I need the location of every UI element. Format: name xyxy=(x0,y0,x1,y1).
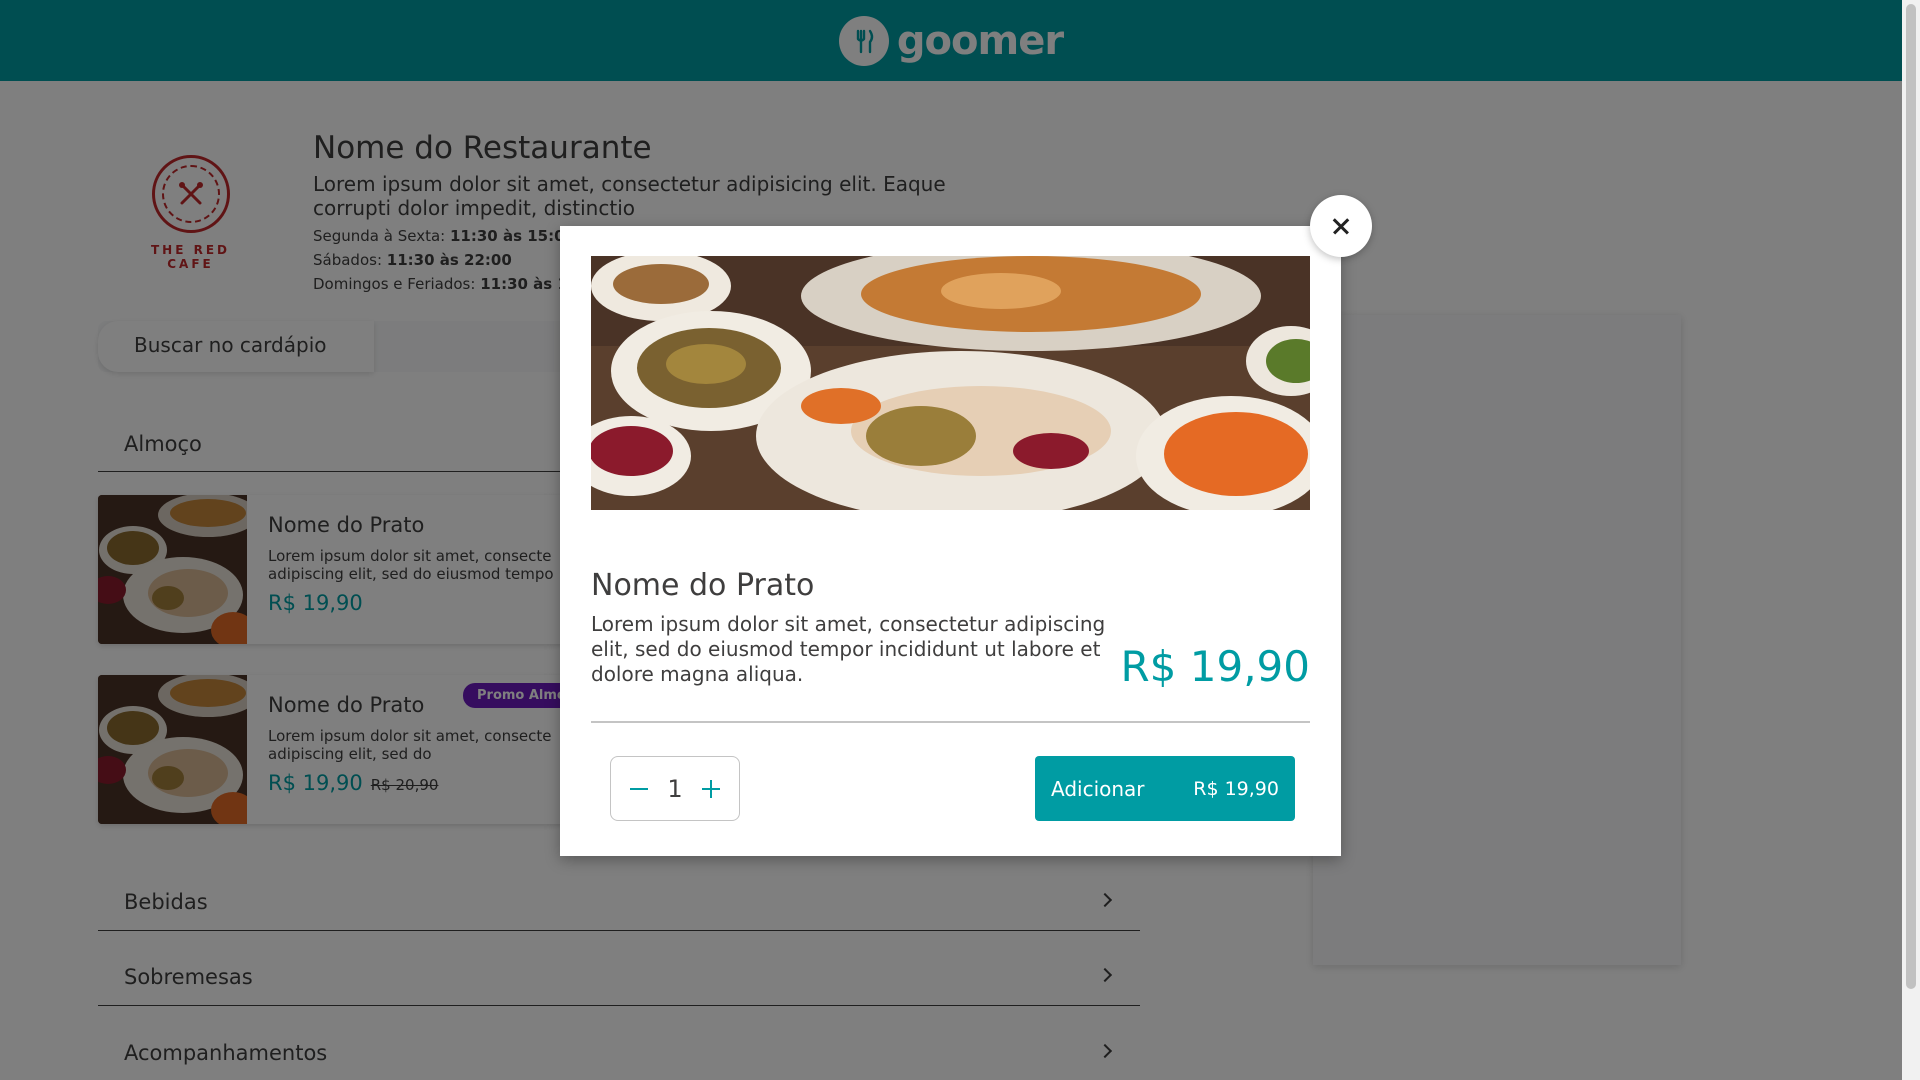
add-button-label: Adicionar xyxy=(1051,776,1145,801)
minus-icon xyxy=(630,787,648,790)
modal-dish-price: R$ 19,90 xyxy=(1120,642,1311,691)
add-button-price: R$ 19,90 xyxy=(1193,777,1279,800)
modal-dish-name: Nome do Prato xyxy=(591,568,815,603)
scrollbar-thumb[interactable] xyxy=(1906,4,1916,989)
modal-dish-description: Lorem ipsum dolor sit amet, consectetur … xyxy=(591,612,1106,686)
quantity-value: 1 xyxy=(667,774,683,803)
increase-quantity-button[interactable] xyxy=(697,775,725,803)
add-to-cart-button[interactable]: Adicionar R$ 19,90 xyxy=(1035,756,1295,821)
quantity-stepper: 1 xyxy=(610,756,740,821)
divider xyxy=(591,721,1310,723)
dish-detail-modal: Nome do Prato Lorem ipsum dolor sit amet… xyxy=(560,226,1341,856)
close-modal-button[interactable] xyxy=(1310,195,1372,257)
page-scrollbar[interactable] xyxy=(1902,0,1920,1080)
dish-hero-image xyxy=(591,256,1310,510)
decrease-quantity-button[interactable] xyxy=(625,775,653,803)
